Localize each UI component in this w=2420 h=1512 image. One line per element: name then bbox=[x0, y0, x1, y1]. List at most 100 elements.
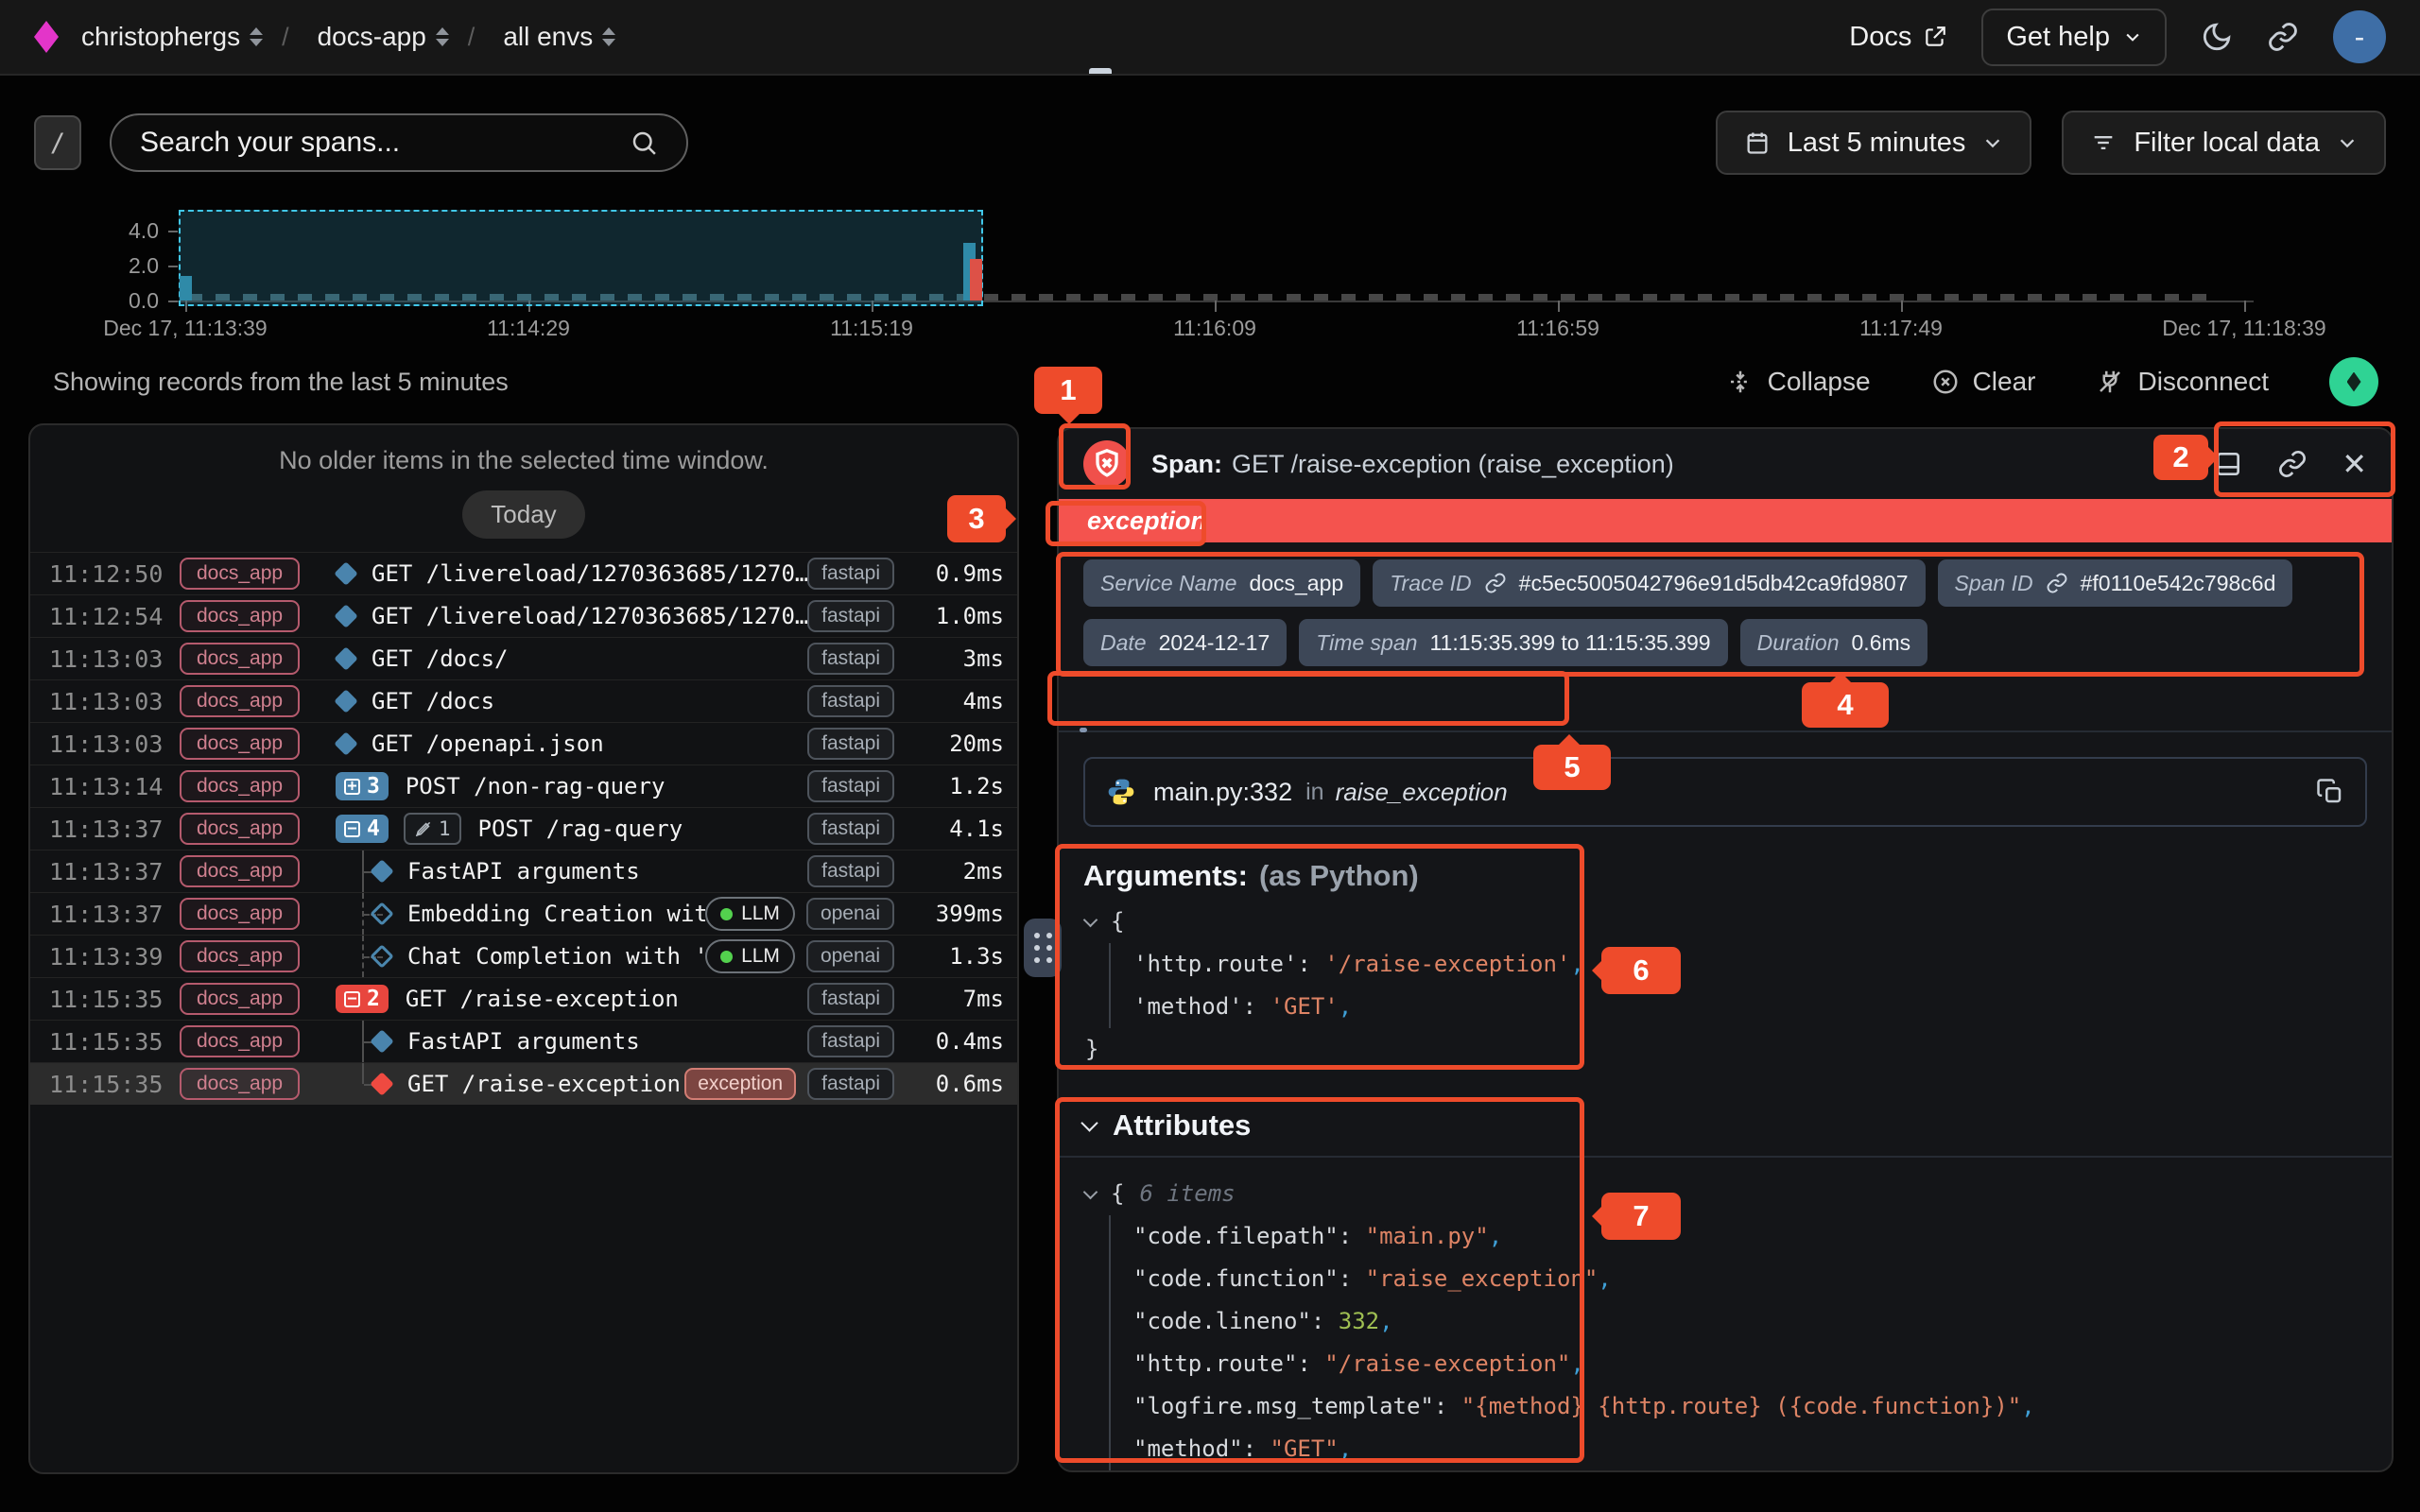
span-name: Embedding Creation wit… bbox=[407, 901, 705, 927]
span-duration: 0.6ms bbox=[906, 1071, 1004, 1097]
expand-badge[interactable]: −4 bbox=[336, 815, 389, 843]
table-row[interactable]: 11:15:35 docs_app FastAPI arguments fast… bbox=[30, 1020, 1017, 1062]
table-row[interactable]: 11:12:54 docs_app GET /livereload/127036… bbox=[30, 594, 1017, 637]
status-bar: Showing records from the last 5 minutes … bbox=[53, 357, 2378, 406]
span-kind-icon bbox=[334, 604, 357, 627]
annotation-badge-2: 2 bbox=[2153, 435, 2208, 480]
filter-label: Filter local data bbox=[2134, 128, 2320, 159]
row-framework-tag: fastapi bbox=[807, 1025, 894, 1057]
avatar[interactable]: - bbox=[2333, 10, 2386, 63]
table-row[interactable]: 11:13:39 docs_app Chat Completion with '… bbox=[30, 935, 1017, 977]
arguments-section: Arguments:(as Python) { 'http.route': '/… bbox=[1083, 859, 2367, 1071]
service-tag: docs_app bbox=[180, 600, 300, 632]
exception-shield-icon bbox=[1083, 440, 1131, 488]
span-duration: 2ms bbox=[906, 858, 1004, 885]
table-row[interactable]: 11:13:37 docs_app FastAPI arguments fast… bbox=[30, 850, 1017, 892]
time-range-dropdown[interactable]: Last 5 minutes bbox=[1716, 111, 2032, 175]
row-time: 11:13:39 bbox=[49, 943, 164, 971]
span-duration: 3ms bbox=[906, 645, 1004, 672]
link-icon bbox=[2046, 572, 2068, 594]
collapse-button[interactable]: Collapse bbox=[1726, 367, 1871, 397]
expand-badge[interactable]: +3 bbox=[336, 772, 389, 800]
expand-badge[interactable]: −2 bbox=[336, 985, 389, 1013]
code-line: 'method': 'GET', bbox=[1133, 986, 2367, 1028]
llm-badge: LLM bbox=[705, 939, 795, 973]
table-row[interactable]: 11:12:50 docs_app GET /livereload/127036… bbox=[30, 552, 1017, 594]
permalink-icon[interactable] bbox=[2277, 449, 2308, 479]
row-time: 11:15:35 bbox=[49, 1071, 164, 1098]
clear-icon bbox=[1931, 368, 1960, 396]
row-time: 11:13:03 bbox=[49, 730, 164, 758]
span-name: GET /docs/ bbox=[372, 645, 509, 672]
table-row[interactable]: 11:13:14 docs_app +3 POST /non-rag-query… bbox=[30, 765, 1017, 807]
filter-dropdown[interactable]: Filter local data bbox=[2062, 111, 2386, 175]
service-tag: docs_app bbox=[180, 770, 300, 802]
breadcrumb-item[interactable]: /docs-app bbox=[263, 22, 449, 52]
service-tag: docs_app bbox=[180, 685, 300, 717]
span-kind-icon bbox=[334, 561, 357, 585]
logfire-logo-icon[interactable] bbox=[34, 21, 59, 53]
table-row[interactable]: 11:15:35 docs_app GET /raise-exception …… bbox=[30, 1062, 1017, 1105]
code-file: main.py:332 bbox=[1153, 778, 1292, 807]
chevron-down-icon bbox=[2337, 132, 2358, 153]
docs-link[interactable]: Docs bbox=[1849, 22, 1947, 53]
table-row[interactable]: 11:13:37 docs_app −4 1 POST /rag-query f… bbox=[30, 807, 1017, 850]
theme-toggle-moon-icon[interactable] bbox=[2201, 21, 2233, 53]
copy-icon[interactable] bbox=[2316, 778, 2344, 806]
row-time: 11:12:54 bbox=[49, 603, 164, 630]
search-shortcut-key: / bbox=[34, 115, 81, 170]
collapse-caret-icon[interactable] bbox=[1083, 913, 1098, 928]
timeline-chart: Dec 17, 11:13:3911:14:2911:15:1911:16:09… bbox=[0, 200, 2420, 359]
row-time: 11:13:14 bbox=[49, 773, 164, 800]
annotation-badge-6: 6 bbox=[1601, 947, 1681, 994]
service-tag: docs_app bbox=[180, 855, 300, 887]
table-row[interactable]: 11:13:37 docs_app Embedding Creation wit… bbox=[30, 892, 1017, 935]
close-icon[interactable]: ✕ bbox=[2342, 449, 2367, 479]
row-framework-tag: fastapi bbox=[807, 600, 894, 632]
search-input[interactable]: Search your spans... bbox=[110, 113, 688, 172]
clear-button[interactable]: Clear bbox=[1931, 367, 2036, 397]
chevron-down-icon bbox=[2123, 27, 2142, 46]
meta-pill: Date2024-12-17 bbox=[1083, 619, 1287, 666]
table-row[interactable]: 11:15:35 docs_app −2 GET /raise-exceptio… bbox=[30, 977, 1017, 1020]
docs-label: Docs bbox=[1849, 22, 1911, 53]
panel-resize-handle[interactable] bbox=[1024, 919, 1062, 977]
sort-chevrons-icon bbox=[436, 27, 449, 46]
breadcrumb-item[interactable]: /all envs bbox=[449, 22, 615, 52]
code-line: "method": "GET", bbox=[1133, 1428, 2367, 1470]
span-name: GET /docs bbox=[372, 688, 494, 714]
meta-pill: Trace ID#c5ec5005042796e91d5db42ca9fd980… bbox=[1373, 559, 1925, 607]
code-line: "code.lineno": 332, bbox=[1133, 1300, 2367, 1343]
row-time: 11:12:50 bbox=[49, 560, 164, 588]
row-framework-tag: fastapi bbox=[807, 983, 894, 1015]
span-duration: 4ms bbox=[906, 688, 1004, 714]
pending-badge: 1 bbox=[404, 813, 461, 845]
row-time: 11:13:03 bbox=[49, 645, 164, 673]
detail-tabs bbox=[1059, 685, 2392, 732]
llm-dot-icon bbox=[720, 908, 733, 920]
get-help-button[interactable]: Get help bbox=[1981, 9, 2167, 66]
arguments-entries: 'http.route': '/raise-exception','method… bbox=[1109, 943, 2367, 1028]
span-name: GET /livereload/1270363685/1270… bbox=[372, 560, 807, 587]
share-link-icon[interactable] bbox=[2267, 21, 2299, 53]
row-framework-tag: fastapi bbox=[807, 1068, 894, 1100]
row-framework-tag: fastapi bbox=[807, 813, 894, 845]
collapse-caret-icon[interactable] bbox=[1080, 1114, 1098, 1131]
disconnect-button[interactable]: Disconnect bbox=[2096, 367, 2269, 397]
table-row[interactable]: 11:13:03 docs_app GET /docs/ fastapi 3ms bbox=[30, 637, 1017, 679]
span-name: GET /raise-exception … bbox=[407, 1071, 684, 1097]
table-row[interactable]: 11:13:03 docs_app GET /docs fastapi 4ms bbox=[30, 679, 1017, 722]
get-help-label: Get help bbox=[2006, 22, 2110, 53]
items-count: 6 items bbox=[1139, 1180, 1235, 1207]
empty-notice: No older items in the selected time wind… bbox=[30, 446, 1017, 475]
nav-tabs bbox=[1100, 0, 1320, 74]
span-name: GET /livereload/1270363685/1270… bbox=[372, 603, 807, 629]
row-framework-tag: fastapi bbox=[807, 558, 894, 590]
code-location: main.py:332 in raise_exception bbox=[1083, 757, 2367, 827]
collapse-caret-icon[interactable] bbox=[1083, 1185, 1098, 1200]
attributes-entries: "code.filepath": "main.py","code.functio… bbox=[1109, 1215, 2367, 1470]
today-button[interactable]: Today bbox=[462, 490, 584, 539]
code-line: "code.filepath": "main.py", bbox=[1133, 1215, 2367, 1258]
breadcrumb-item[interactable]: /christophergs bbox=[81, 22, 263, 52]
table-row[interactable]: 11:13:03 docs_app GET /openapi.json fast… bbox=[30, 722, 1017, 765]
